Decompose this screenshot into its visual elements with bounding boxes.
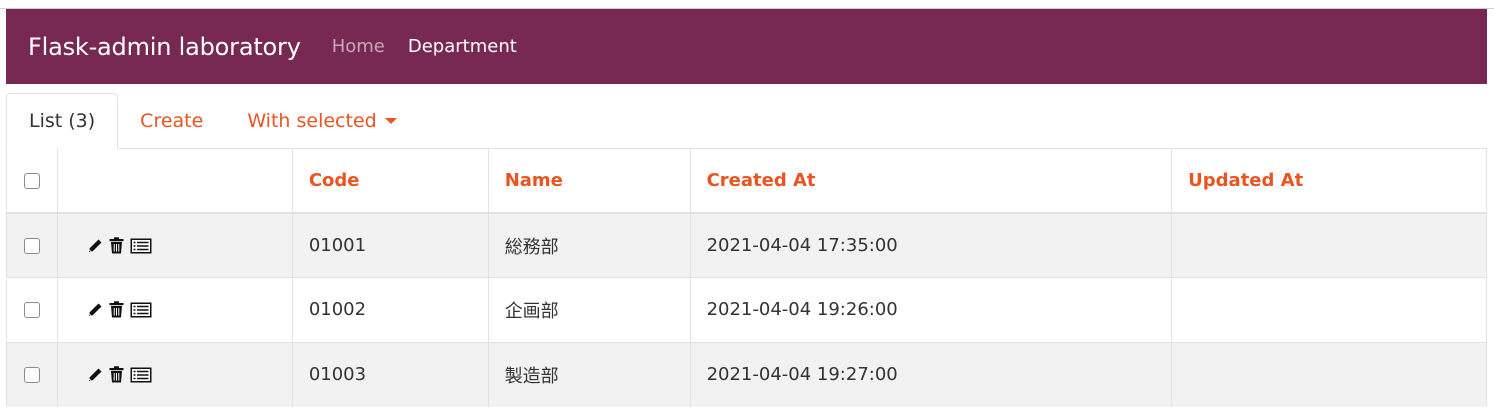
- trash-icon[interactable]: [108, 237, 126, 255]
- with-selected-dropdown[interactable]: With selected: [225, 93, 418, 148]
- cell-created-at: 2021-04-04 17:35:00: [689, 212, 1173, 278]
- list-tabs: List (3) Create With selected: [6, 93, 1487, 149]
- cell-code: 01003: [291, 341, 489, 407]
- row-checkbox[interactable]: [23, 302, 40, 319]
- nav-link-department[interactable]: Department: [408, 36, 517, 57]
- trash-icon[interactable]: [108, 366, 126, 384]
- header-select-all-cell: [6, 149, 58, 214]
- row-select-cell: [6, 277, 58, 342]
- table-row: 01003 製造部 2021-04-04 19:27:00: [6, 341, 1487, 407]
- row-checkbox[interactable]: [23, 367, 40, 383]
- cell-updated-at: [1171, 212, 1487, 278]
- caret-down-icon: [384, 117, 397, 124]
- column-header-created-at[interactable]: Created At: [689, 149, 1173, 214]
- tab-create[interactable]: Create: [118, 93, 225, 148]
- tab-list[interactable]: List (3): [6, 93, 119, 149]
- cell-code: 01001: [291, 212, 489, 278]
- table-row: 01001 総務部 2021-04-04 17:35:00: [6, 212, 1487, 278]
- cell-code: 01002: [291, 277, 489, 342]
- cell-name: 製造部: [487, 341, 691, 407]
- row-actions-cell: [56, 212, 293, 278]
- row-checkbox[interactable]: [23, 238, 40, 254]
- pencil-icon[interactable]: [86, 301, 104, 319]
- trash-icon[interactable]: [108, 301, 126, 319]
- navbar: Flask-admin laboratory Home Department: [6, 9, 1487, 84]
- tab-list-label: List (3): [29, 110, 96, 132]
- navbar-brand[interactable]: Flask-admin laboratory: [28, 33, 301, 61]
- cell-created-at: 2021-04-04 19:26:00: [689, 277, 1173, 342]
- pencil-icon[interactable]: [86, 237, 104, 255]
- row-actions-cell: [56, 341, 293, 407]
- cell-name: 企画部: [487, 277, 691, 342]
- cell-name: 総務部: [487, 212, 691, 278]
- cell-created-at: 2021-04-04 19:27:00: [689, 341, 1173, 407]
- details-icon[interactable]: [130, 237, 152, 255]
- row-select-cell: [6, 212, 58, 278]
- nav-link-home[interactable]: Home: [332, 36, 385, 57]
- column-header-code[interactable]: Code: [291, 149, 489, 214]
- row-select-cell: [6, 341, 58, 407]
- header-actions-cell: [56, 149, 293, 214]
- cell-updated-at: [1171, 341, 1487, 407]
- table-header-row: Code Name Created At Updated At: [6, 149, 1487, 214]
- column-header-updated-at[interactable]: Updated At: [1171, 149, 1487, 214]
- department-table: Code Name Created At Updated At 01001 総務…: [6, 149, 1487, 407]
- with-selected-label: With selected: [247, 109, 377, 132]
- table-row: 01002 企画部 2021-04-04 19:26:00: [6, 277, 1487, 342]
- window-top-strip: [0, 0, 1494, 9]
- column-header-name[interactable]: Name: [487, 149, 691, 214]
- pencil-icon[interactable]: [86, 366, 104, 384]
- tab-create-label: Create: [140, 109, 204, 132]
- details-icon[interactable]: [130, 366, 152, 384]
- select-all-checkbox[interactable]: [23, 173, 40, 189]
- row-actions-cell: [56, 277, 293, 342]
- details-icon[interactable]: [130, 301, 152, 319]
- cell-updated-at: [1171, 277, 1487, 342]
